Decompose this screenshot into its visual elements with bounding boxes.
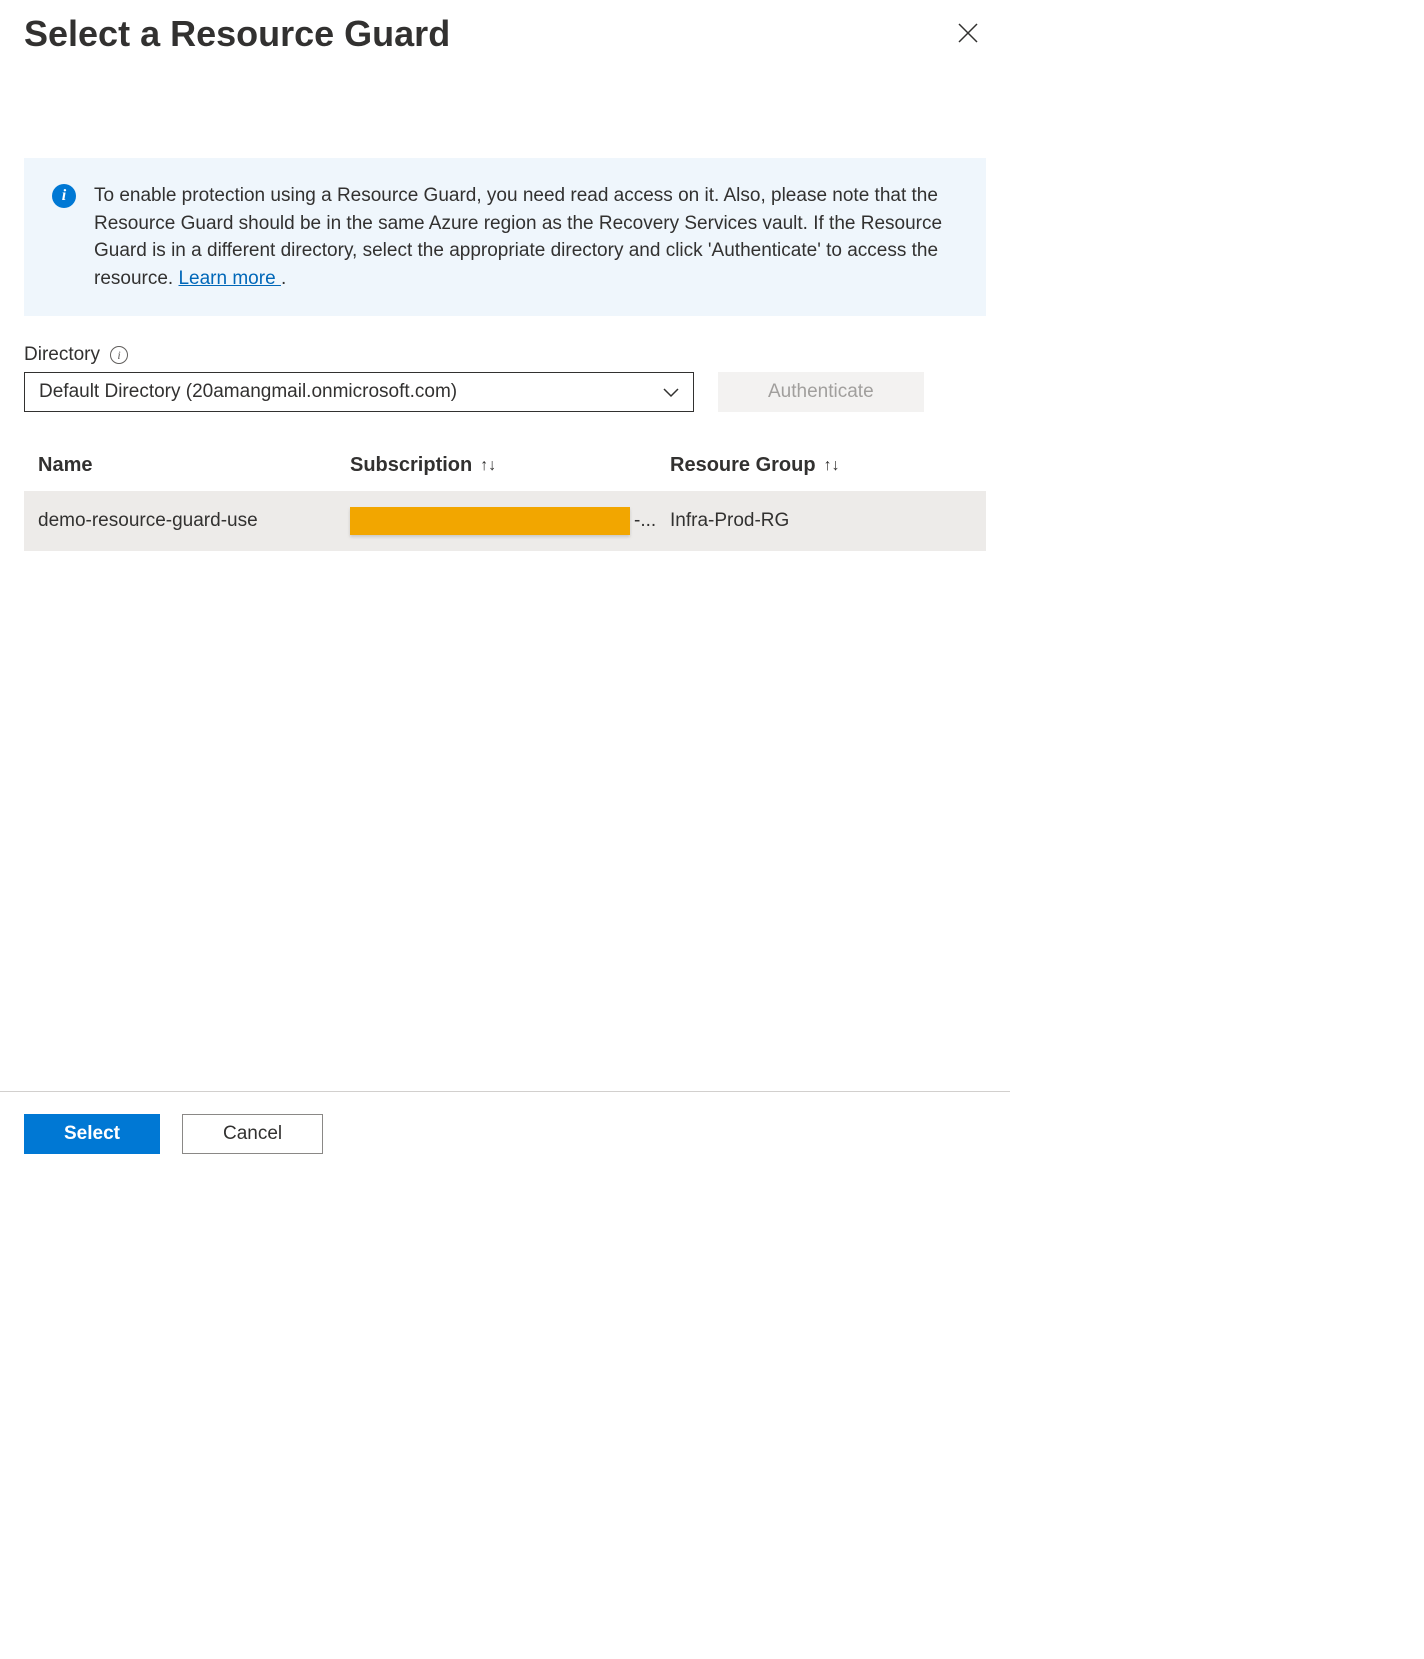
authenticate-button[interactable]: Authenticate	[718, 372, 924, 412]
directory-select[interactable]: Default Directory (20amangmail.onmicroso…	[24, 372, 694, 412]
info-banner: i To enable protection using a Resource …	[24, 158, 986, 316]
cell-subscription: -...	[350, 507, 670, 535]
subscription-suffix: -...	[634, 510, 656, 532]
column-subscription-label: Subscription	[350, 454, 472, 477]
column-resource-group[interactable]: Resoure Group ↑↓	[670, 454, 986, 477]
cell-resource-group: Infra-Prod-RG	[670, 510, 986, 532]
directory-label: Directory	[24, 344, 100, 366]
column-resource-group-label: Resoure Group	[670, 454, 816, 477]
page-title: Select a Resource Guard	[24, 13, 450, 55]
directory-selected-value: Default Directory (20amangmail.onmicroso…	[39, 381, 457, 403]
close-icon	[958, 18, 978, 49]
info-text: To enable protection using a Resource Gu…	[94, 182, 958, 292]
cell-name: demo-resource-guard-use	[38, 510, 350, 532]
select-button[interactable]: Select	[24, 1114, 160, 1154]
resource-guard-table: Name Subscription ↑↓ Resoure Group ↑↓ de…	[24, 454, 986, 551]
info-trailing: .	[281, 268, 286, 289]
column-name-label: Name	[38, 454, 92, 477]
table-row[interactable]: demo-resource-guard-use -... Infra-Prod-…	[24, 491, 986, 551]
hint-icon[interactable]: i	[110, 346, 128, 364]
sort-icon: ↑↓	[480, 457, 496, 475]
learn-more-link[interactable]: Learn more	[178, 268, 280, 289]
cancel-button[interactable]: Cancel	[182, 1114, 323, 1154]
column-name[interactable]: Name	[38, 454, 350, 477]
footer: Select Cancel	[0, 1091, 1010, 1176]
redacted-block	[350, 507, 630, 535]
close-button[interactable]	[950, 10, 986, 58]
sort-icon: ↑↓	[824, 457, 840, 475]
chevron-down-icon	[663, 382, 679, 403]
table-header: Name Subscription ↑↓ Resoure Group ↑↓	[24, 454, 986, 491]
info-icon: i	[52, 184, 76, 208]
column-subscription[interactable]: Subscription ↑↓	[350, 454, 670, 477]
